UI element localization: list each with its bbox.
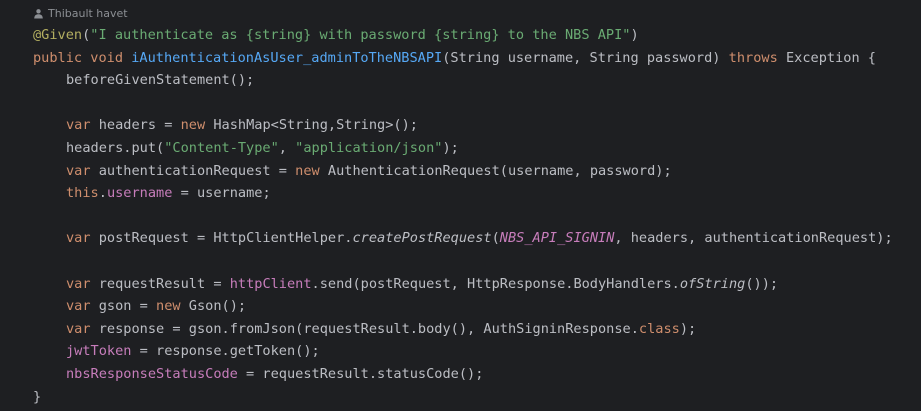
code-token: jwtToken [66,343,132,360]
code-line[interactable]: this.username = username; [33,182,893,205]
code-token: response = gson.fromJson(requestResult.b… [98,320,639,337]
code-token: "application/json" [295,139,443,156]
code-line[interactable] [33,92,893,115]
author-hint[interactable]: Thibault havet [33,5,128,21]
code-token: public void [33,49,132,66]
code-token: , [278,139,296,156]
code-line[interactable]: @Given("I authenticate as {string} with … [33,24,893,47]
code-line[interactable]: var headers = new HashMap<String,String>… [33,114,893,137]
code-line[interactable]: var response = gson.fromJson(requestResu… [33,318,893,341]
code-token: AuthenticationRequest(username, password… [327,162,672,179]
code-token: var [66,275,99,292]
code-token: @Given [33,27,83,43]
code-line[interactable]: public void iAuthenticationAsUser_adminT… [33,47,893,70]
code-editor[interactable]: Thibault havet @Given ( "I authenticate as… [0,0,921,411]
code-token: var [66,162,99,179]
code-token: this [66,185,99,202]
code-token: headers = [98,117,181,134]
code-token: createPostRequest [352,230,492,247]
code-line[interactable] [33,250,893,273]
code-token: Exception { [785,49,876,66]
code-token: = requestResult.statusCode(); [237,365,484,382]
code-token: class [638,320,680,337]
code-token: authenticationRequest = [98,162,296,179]
code-line[interactable]: var gson = new Gson(); [33,295,893,318]
code-token: var [66,298,99,315]
code-token: beforeGivenStatement(); [66,72,255,89]
code-token: requestResult = [98,275,230,292]
person-icon [34,8,43,18]
author-name: Thibault havet [48,6,128,20]
code-token: iAuthenticationAsUser_adminToTheNBSAPI [131,49,443,66]
code-line[interactable]: jwtToken = response.getToken(); [33,340,893,363]
code-token: ) [630,27,639,43]
code-line[interactable] [33,205,893,228]
code-token: new [156,298,189,315]
code-token: postRequest = HttpClientHelper. [98,230,353,247]
code-token: new [295,162,328,179]
code-line[interactable]: } [33,386,893,409]
code-token: (String username, String password) [442,49,729,66]
code-token: headers.put( [66,139,165,156]
code-token: .send(postRequest, HttpResponse.BodyHand… [311,275,680,292]
code-token: ( [491,230,500,247]
code-token: new [180,117,214,134]
code-token: username [106,185,173,202]
code-token: . [98,185,107,202]
code-line[interactable]: headers.put("Content-Type", "application… [33,137,893,160]
code-token: ); [679,320,697,337]
code-token: ); [442,139,459,156]
code-token: var [66,320,99,337]
code-line[interactable]: beforeGivenStatement(); [33,69,893,92]
code-token: var [66,117,99,134]
code-token: NBS_API_SIGNIN [499,230,615,247]
code-token: throws [728,49,786,66]
code-token: , headers, authenticationRequest); [614,230,893,247]
code-token: ()); [745,275,779,292]
code-token: } [33,388,42,405]
code-token: httpClient [229,275,312,292]
code-token: nbsResponseStatusCode [66,365,238,382]
code-token: "Content-Type" [164,139,279,156]
code-token: gson = [98,298,157,315]
code-line[interactable]: var postRequest = HttpClientHelper.creat… [33,227,893,250]
code-token: "I authenticate as {string} with passwor… [90,27,631,43]
code-line[interactable]: nbsResponseStatusCode = requestResult.st… [33,363,893,386]
code-block[interactable]: @Given ( "I authenticate as {string} with … [33,24,893,408]
code-line[interactable]: var requestResult = httpClient.send(post… [33,273,893,296]
code-token: = username; [172,185,271,202]
code-token: var [66,230,99,247]
code-token: ofString [679,275,746,292]
code-line[interactable]: var authenticationRequest = new Authenti… [33,160,893,183]
code-token: = response.getToken(); [131,343,320,360]
code-token: HashMap<String,String>(); [213,117,418,134]
code-token: Gson(); [188,298,247,315]
